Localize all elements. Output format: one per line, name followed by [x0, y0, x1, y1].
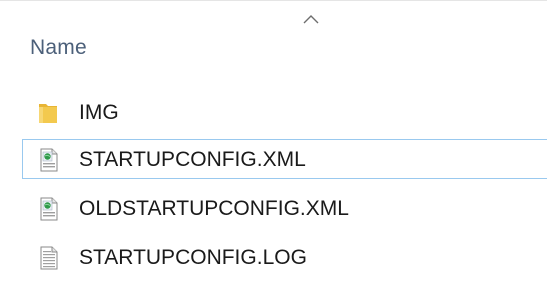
list-item-folder[interactable]: IMG [22, 92, 547, 132]
xml-file-icon [40, 148, 58, 172]
file-list-pane: Name IMG STARTUPCONFIG.XML OLDSTARTUPCON… [0, 0, 547, 291]
xml-file-icon [40, 197, 58, 221]
column-header-row: Name [0, 0, 547, 72]
item-name: IMG [79, 101, 119, 124]
item-name: OLDSTARTUPCONFIG.XML [79, 197, 349, 220]
chevron-up-icon[interactable] [303, 14, 319, 24]
item-name: STARTUPCONFIG.LOG [79, 246, 307, 269]
list-item[interactable]: OLDSTARTUPCONFIG.XML [22, 188, 547, 228]
name-column-header[interactable]: Name [30, 36, 87, 60]
list-item-selected[interactable]: STARTUPCONFIG.XML [22, 139, 547, 179]
item-name: STARTUPCONFIG.XML [79, 148, 306, 171]
list-item[interactable]: STARTUPCONFIG.LOG [22, 237, 547, 277]
folder-icon [39, 104, 57, 123]
text-file-icon [40, 246, 58, 270]
